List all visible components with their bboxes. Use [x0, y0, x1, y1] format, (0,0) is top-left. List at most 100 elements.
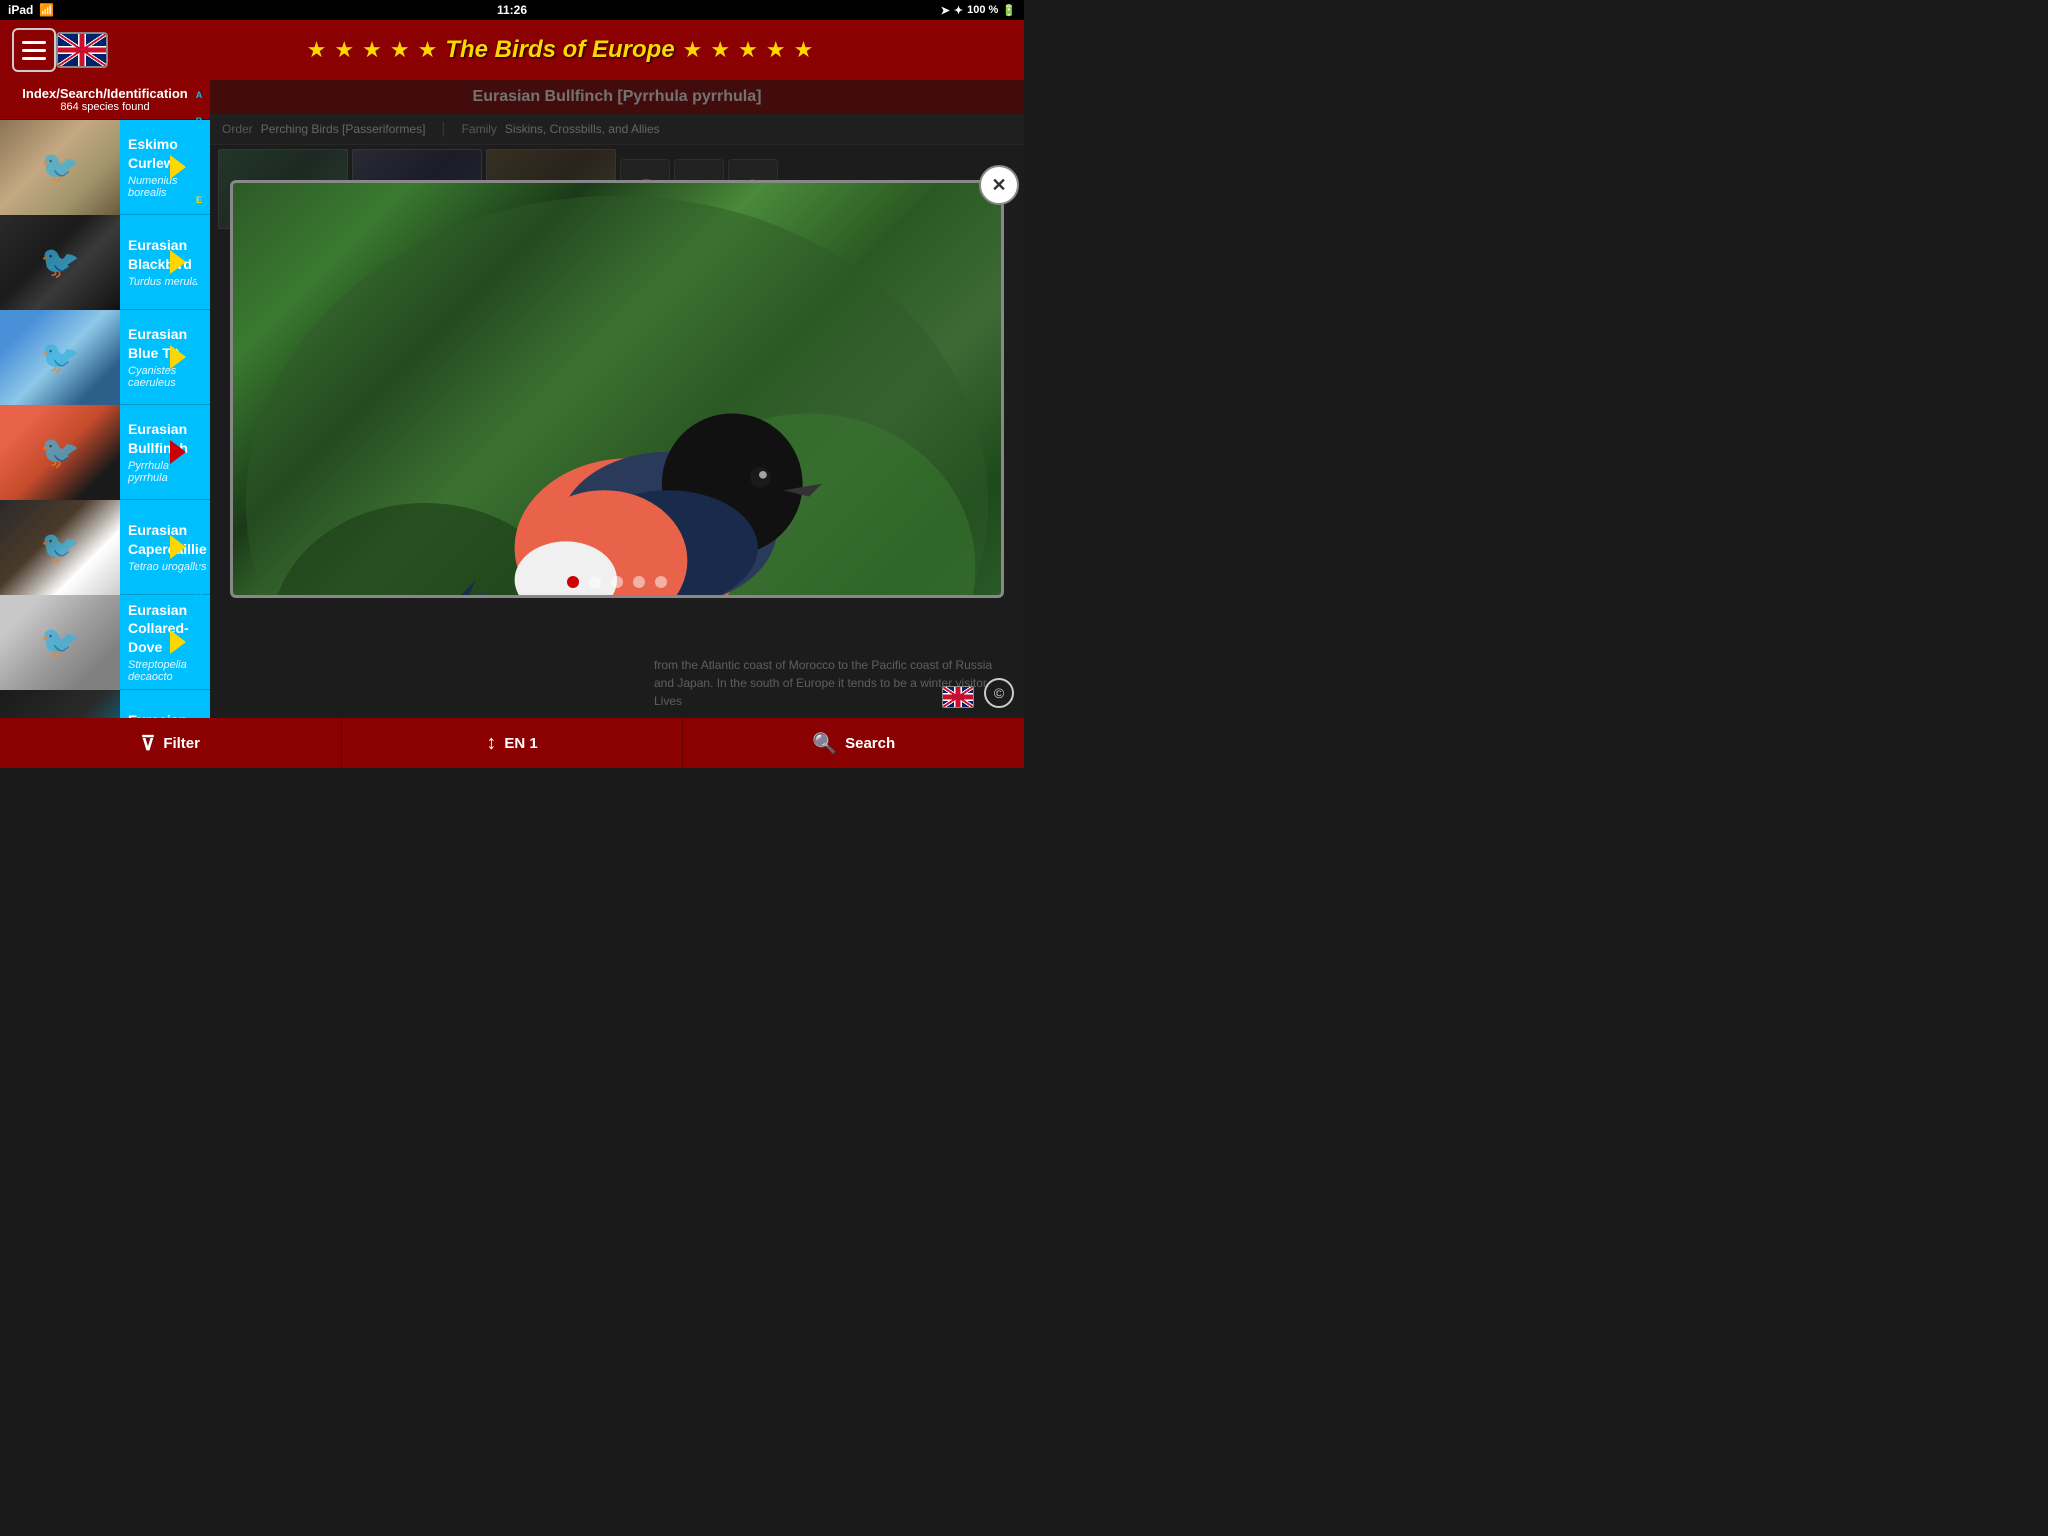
status-bar: iPad 📶 11:26 ➤ ✦ 100 % 🔋 — [0, 0, 1024, 20]
menu-button[interactable] — [12, 28, 56, 72]
star-5: ★ — [418, 37, 438, 63]
bird-thumb-coot: 🐦 — [0, 690, 120, 719]
bird-list: 🐦 Eskimo Curlew Numenius borealis 🐦 Eura… — [0, 120, 210, 718]
bird-thumb-eskimo: 🐦 — [0, 120, 120, 215]
star-1: ★ — [307, 37, 327, 63]
dot-3[interactable] — [611, 576, 623, 588]
right-panel: Eurasian Bullfinch [Pyrrhula pyrrhula] O… — [210, 80, 1024, 718]
bird-silhouette-collared: 🐦 — [40, 623, 80, 661]
filter-icon: ⊽ — [141, 731, 156, 756]
battery-icon: 🔋 — [1002, 4, 1016, 17]
image-dots — [567, 576, 667, 588]
alpha-Y[interactable]: Y — [188, 672, 210, 681]
alpha-S[interactable]: S — [188, 540, 210, 549]
sort-button[interactable]: ↕ EN 1 — [342, 718, 684, 768]
bluetooth-icon: ✦ — [954, 4, 963, 17]
main-content: Index/Search/Identification 864 species … — [0, 80, 1024, 718]
search-icon: 🔍 — [812, 731, 837, 756]
alpha-R[interactable]: R — [188, 513, 210, 522]
bird-item-bluetit[interactable]: 🐦 Eurasian Blue Tit Cyanistes caeruleus — [0, 310, 210, 405]
family-value: Siskins, Crossbills, and Allies — [505, 122, 660, 136]
bird-thumb-capercaillie: 🐦 — [0, 500, 120, 595]
search-label: Search — [845, 735, 895, 752]
alpha-E[interactable]: E — [188, 196, 210, 205]
search-button[interactable]: 🔍 Search — [683, 718, 1024, 768]
arrow-blackbird — [170, 250, 186, 274]
species-title: Eurasian Bullfinch [Pyrrhula pyrrhula] — [473, 88, 762, 105]
star-6: ★ — [683, 37, 703, 63]
alpha-V[interactable]: V — [188, 619, 210, 628]
app-title: The Birds of Europe — [445, 36, 674, 64]
order-value: Perching Birds [Passeriformes] — [261, 122, 426, 136]
star-3: ★ — [362, 37, 382, 63]
alpha-I[interactable]: I — [188, 302, 210, 311]
language-flag-button[interactable] — [56, 32, 108, 68]
bird-thumb-blackbird: 🐦 — [0, 215, 120, 310]
gps-icon: ➤ — [941, 4, 950, 17]
copyright-symbol: © — [994, 685, 1004, 701]
alphabet-sidebar: A B C D E F G H I J K L M N O P R S T U … — [188, 80, 210, 718]
header-center: ★ ★ ★ ★ ★ The Birds of Europe ★ ★ ★ ★ ★ — [108, 36, 1012, 64]
alpha-J[interactable]: J — [188, 328, 210, 337]
alpha-B[interactable]: B — [188, 117, 210, 126]
battery-label: 100 % — [967, 4, 998, 16]
menu-line-3 — [22, 57, 46, 60]
bird-item-capercaillie[interactable]: 🐦 Eurasian Capercaillie Tetrao urogallus — [0, 500, 210, 595]
bird-item-bullfinch[interactable]: 🐦 Eurasian Bullfinch Pyrrhula pyrrhula — [0, 405, 210, 500]
device-label: iPad — [8, 3, 33, 17]
family-label: Family — [462, 122, 497, 136]
main-image-container: ✕ — [230, 180, 1004, 598]
uk-flag-icon — [58, 34, 106, 66]
star-10: ★ — [794, 37, 814, 63]
alpha-G[interactable]: G — [188, 249, 210, 258]
dot-5[interactable] — [655, 576, 667, 588]
bird-item-eskimo[interactable]: 🐦 Eskimo Curlew Numenius borealis — [0, 120, 210, 215]
alpha-O[interactable]: O — [188, 460, 210, 469]
star-4: ★ — [390, 37, 410, 63]
alpha-F[interactable]: F — [188, 223, 210, 232]
species-header: Eurasian Bullfinch [Pyrrhula pyrrhula] — [210, 80, 1024, 114]
alpha-U[interactable]: U — [188, 592, 210, 601]
dot-2[interactable] — [589, 576, 601, 588]
alpha-K[interactable]: K — [188, 355, 210, 364]
alpha-N[interactable]: N — [188, 434, 210, 443]
info-separator: | — [441, 120, 445, 138]
bird-item-blackbird[interactable]: 🐦 Eurasian Blackbird Turdus merula — [0, 215, 210, 310]
menu-line-1 — [22, 41, 46, 44]
alpha-T[interactable]: T — [188, 566, 210, 575]
bird-silhouette-bluetit: 🐦 — [40, 338, 80, 376]
arrow-capercaillie — [170, 535, 186, 559]
alpha-M[interactable]: M — [188, 408, 210, 417]
bird-thumb-bluetit: 🐦 — [0, 310, 120, 405]
flag-small-cross — [943, 687, 973, 707]
index-header: Index/Search/Identification 864 species … — [0, 80, 210, 120]
dot-1[interactable] — [567, 576, 579, 588]
status-left: iPad 📶 — [8, 3, 54, 17]
info-row: Order Perching Birds [Passeriformes] | F… — [210, 114, 1024, 145]
status-right: ➤ ✦ 100 % 🔋 — [941, 4, 1016, 17]
star-8: ★ — [738, 37, 758, 63]
bottom-toolbar: ⊽ Filter ↕ EN 1 🔍 Search — [0, 718, 1024, 768]
close-button[interactable]: ✕ — [979, 165, 1019, 205]
dot-4[interactable] — [633, 576, 645, 588]
alpha-P[interactable]: P — [188, 487, 210, 496]
bird-item-collared[interactable]: 🐦 Eurasian Collared-Dove Streptopelia de… — [0, 595, 210, 690]
alpha-A[interactable]: A — [188, 91, 210, 100]
copyright-icon: © — [984, 678, 1014, 708]
alpha-C[interactable]: C — [188, 144, 210, 153]
species-count: 864 species found — [4, 101, 206, 113]
flag-small — [942, 686, 974, 708]
alpha-D[interactable]: D — [188, 170, 210, 179]
flag-cross — [58, 34, 106, 66]
arrow-eskimo — [170, 155, 186, 179]
filter-button[interactable]: ⊽ Filter — [0, 718, 342, 768]
arrow-bullfinch-active — [170, 440, 186, 464]
header-bar: ★ ★ ★ ★ ★ The Birds of Europe ★ ★ ★ ★ ★ — [0, 20, 1024, 80]
alpha-L[interactable]: L — [188, 381, 210, 390]
alpha-H[interactable]: H — [188, 276, 210, 285]
star-7: ★ — [710, 37, 730, 63]
bird-item-coot[interactable]: 🐦 Eurasian Coot Fulica atra — [0, 690, 210, 718]
alpha-Z[interactable]: Z — [188, 698, 210, 707]
index-title: Index/Search/Identification — [4, 86, 206, 101]
alpha-W[interactable]: W — [188, 645, 210, 654]
